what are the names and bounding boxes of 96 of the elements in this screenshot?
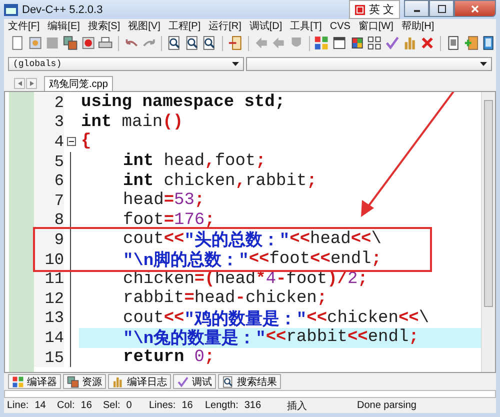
window-icon[interactable] (332, 35, 347, 51)
status-label: Line: (7, 400, 29, 411)
menu-item[interactable]: 视图[V] (128, 19, 160, 33)
menu-item[interactable]: 搜索[S] (88, 19, 120, 33)
line-number: 4 (34, 132, 64, 152)
status-value: Done parsing (357, 400, 416, 411)
magnifier-page-icon[interactable] (167, 35, 182, 51)
line-number: 7 (34, 190, 64, 211)
magnifier-page-icon[interactable] (184, 35, 200, 51)
check-icon (177, 376, 189, 388)
maximize-button[interactable] (429, 0, 454, 17)
status-value: 16 (182, 400, 193, 411)
line-number: 12 (34, 288, 64, 309)
file-tab[interactable]: 鸡兔同笼.cpp (44, 76, 113, 91)
panel-tab[interactable]: 调试 (173, 374, 216, 389)
right-arrow-icon (30, 81, 34, 86)
close-icon (471, 4, 479, 12)
line-number: 13 (34, 308, 64, 328)
menu-item[interactable]: 编辑[E] (48, 19, 80, 33)
document-icon[interactable] (446, 35, 461, 51)
code-line: "\n脚的总数："<<foot<<endl; (122, 250, 382, 270)
line-number: 10 (34, 250, 64, 270)
line-number: 6 (34, 171, 64, 191)
dropdown-arrow-icon (232, 62, 239, 66)
status-label: Col: (57, 400, 75, 411)
dropdown[interactable]: (globals) (8, 57, 244, 71)
line-number: 9 (34, 230, 64, 250)
left-arrow-icon (18, 81, 22, 86)
status-label: Lines: (149, 400, 176, 411)
status-value: 插入 (287, 400, 307, 412)
menu-item[interactable]: CVS (330, 20, 350, 32)
code-line: int main() (80, 112, 184, 132)
paint-icon[interactable] (28, 35, 42, 51)
minimize-button[interactable] (404, 0, 429, 17)
line-number: 2 (34, 93, 64, 113)
menu-item[interactable]: 窗口[W] (358, 19, 394, 33)
code-line: rabbit=head-chicken; (122, 288, 328, 309)
code-line: int head,foot; (122, 152, 267, 172)
code-line: head=53; (122, 190, 206, 211)
colored-grid-icon[interactable] (350, 35, 364, 51)
bar-chart-icon (112, 376, 124, 388)
line-number: 11 (34, 269, 64, 289)
code-line: int chicken,rabbit; (122, 171, 318, 191)
status-value: 0 (126, 400, 132, 411)
four-squares-icon (12, 376, 24, 388)
dropdown-arrow-icon (480, 62, 487, 66)
menu-item[interactable]: 调试[D] (249, 19, 282, 33)
panel-tab[interactable]: 搜索结果 (218, 374, 281, 389)
menu-item[interactable]: 运行[R] (208, 19, 242, 33)
code-line: return 0; (122, 348, 216, 368)
check-icon[interactable] (385, 35, 400, 51)
status-value: 16 (80, 400, 92, 411)
fold-toggle-icon[interactable] (67, 137, 76, 146)
dropdown[interactable] (246, 57, 492, 71)
magnifier-page-icon (222, 376, 234, 388)
magnifier-page-icon[interactable] (202, 35, 218, 51)
maximize-icon (438, 4, 446, 12)
code-line: { (80, 132, 92, 152)
book-icon[interactable] (481, 35, 496, 51)
scroll-right-button[interactable] (26, 78, 37, 89)
cross-icon[interactable] (420, 35, 436, 51)
ime-icon (354, 4, 365, 14)
status-value: 14 (34, 400, 46, 411)
panel-tab[interactable]: 编译日志 (108, 374, 171, 389)
four-squares-icon[interactable] (314, 35, 330, 51)
code-line: foot=176; (122, 210, 216, 230)
line-number: 15 (34, 348, 64, 368)
status-label: Length: (205, 400, 238, 411)
scroll-left-button[interactable] (14, 78, 25, 89)
menu-item[interactable]: 文件[F] (8, 19, 40, 33)
goto-line-icon[interactable] (228, 35, 243, 51)
menu-item[interactable]: 工具[T] (290, 19, 322, 33)
app-icon (4, 4, 18, 16)
blank-page-icon[interactable] (10, 35, 25, 51)
code-line: using namespace std; (80, 93, 286, 113)
stacked-windows-icon (67, 376, 79, 388)
plus-icon[interactable] (464, 35, 478, 51)
ime-indicator[interactable]: 英 文 (348, 0, 400, 19)
code-line: cout<<"头的总数："<<head<<\ (122, 230, 382, 250)
window-title: Dev-C++ 5.2.0.3 (22, 4, 103, 16)
vertical-scrollbar[interactable] (481, 92, 495, 372)
grid-icon[interactable] (367, 35, 382, 51)
line-number: 14 (34, 328, 64, 348)
line-number: 3 (34, 112, 64, 132)
close-button[interactable] (454, 0, 496, 17)
panel-tab[interactable]: 资源 (63, 374, 106, 389)
record-icon[interactable] (80, 35, 96, 51)
status-value: 316 (244, 400, 262, 411)
line-number: 5 (34, 152, 64, 172)
panel-tab[interactable]: 编译器 (8, 374, 61, 389)
status-label: Sel: (103, 400, 120, 411)
print-icon[interactable] (98, 35, 113, 51)
menu-item[interactable]: 帮助[H] (401, 19, 434, 33)
menu-item[interactable]: 工程[P] (168, 19, 201, 33)
stacked-windows-icon[interactable] (62, 35, 78, 51)
code-line: cout<<"鸡的数量是："<<chicken<<\ (122, 308, 430, 328)
